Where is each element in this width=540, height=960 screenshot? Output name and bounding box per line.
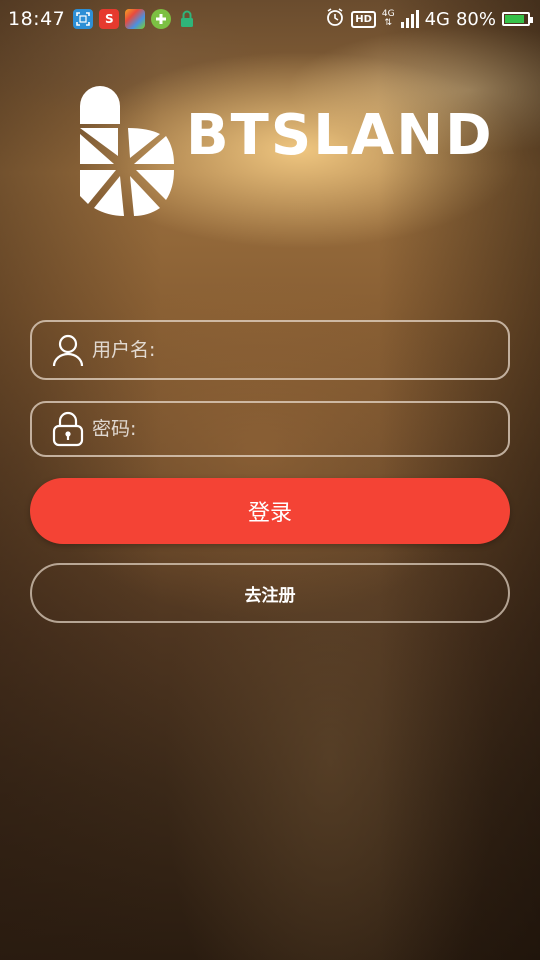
username-input[interactable] [90, 338, 474, 362]
login-button[interactable]: 登录 [30, 478, 510, 544]
register-button[interactable]: 去注册 [30, 563, 510, 623]
screenshot-icon [73, 9, 94, 29]
battery-fill [505, 15, 525, 23]
alarm-icon [325, 7, 345, 32]
lock-icon [177, 9, 197, 29]
password-field[interactable] [30, 401, 510, 457]
game-icon [151, 9, 172, 29]
hd-icon: HD [351, 10, 376, 28]
network-type: 4G [424, 8, 450, 30]
logo-text: BTSLAND [186, 103, 494, 168]
app-store-icon [125, 9, 146, 29]
system-status: HD 4G ⇅ 4G 80% [325, 0, 534, 38]
notification-icons: S [73, 9, 197, 29]
user-icon [52, 334, 84, 367]
status-time: 18:47 [8, 8, 66, 30]
network-type-small: 4G ⇅ [381, 9, 395, 28]
battery-percent: 80% [455, 8, 496, 30]
username-field[interactable] [30, 320, 510, 380]
status-bar: 18:47 S HD 4G ⇅ 4G 80% [0, 0, 540, 38]
btsland-logo: BTSLAND [78, 84, 492, 224]
sogou-icon: S [99, 9, 120, 29]
signal-icon [400, 10, 419, 28]
logo-mark-icon [80, 86, 174, 216]
login-screen: 18:47 S HD 4G ⇅ 4G 80% BTSLAND 用户名: 登录 去… [0, 0, 540, 960]
battery-icon [502, 12, 533, 26]
padlock-icon [52, 411, 84, 447]
password-input[interactable] [90, 417, 474, 441]
